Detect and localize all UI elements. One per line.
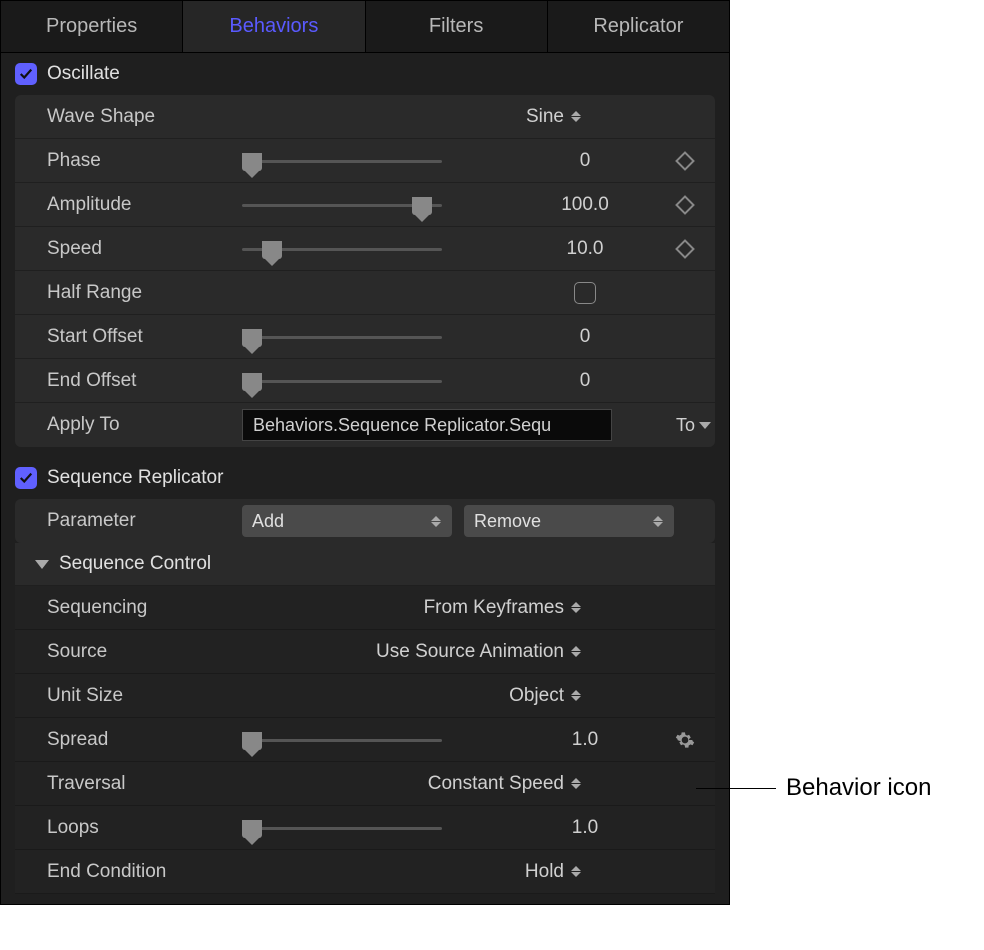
loops-row: Loops 1.0 (15, 806, 715, 850)
start-offset-row: Start Offset 0 (15, 315, 715, 359)
speed-label: Speed (47, 238, 242, 260)
sequencing-value: From Keyframes (424, 597, 564, 619)
unit-size-popup[interactable]: Object (242, 685, 582, 707)
sequencing-popup[interactable]: From Keyframes (242, 597, 582, 619)
half-range-row: Half Range (15, 271, 715, 315)
traversal-row: Traversal Constant Speed (15, 762, 715, 806)
sequence-replicator-checkbox[interactable] (15, 467, 37, 489)
wave-shape-popup[interactable]: Sine (242, 106, 582, 128)
source-label: Source (47, 641, 242, 663)
start-offset-label: Start Offset (47, 326, 242, 348)
spread-slider[interactable] (242, 730, 442, 750)
tab-behaviors[interactable]: Behaviors (183, 1, 365, 52)
source-row: Source Use Source Animation (15, 630, 715, 674)
start-offset-slider[interactable] (242, 327, 442, 347)
tab-replicator[interactable]: Replicator (548, 1, 729, 52)
updown-icon (570, 602, 582, 613)
amplitude-value[interactable]: 100.0 (515, 194, 655, 216)
end-condition-row: End Condition Hold (15, 850, 715, 894)
wave-shape-label: Wave Shape (47, 106, 242, 128)
half-range-checkbox[interactable] (574, 282, 596, 304)
phase-row: Phase 0 (15, 139, 715, 183)
loops-slider[interactable] (242, 818, 442, 838)
parameter-label: Parameter (47, 510, 242, 532)
source-value: Use Source Animation (376, 641, 564, 663)
half-range-label: Half Range (47, 282, 242, 304)
updown-icon (570, 690, 582, 701)
sequence-control-header[interactable]: Sequence Control (15, 543, 715, 586)
parameter-remove-dropdown[interactable]: Remove (464, 505, 674, 537)
end-offset-slider[interactable] (242, 371, 442, 391)
apply-to-field[interactable]: Behaviors.Sequence Replicator.Sequ (242, 409, 612, 441)
oscillate-header: Oscillate (1, 53, 729, 95)
apply-to-label: Apply To (47, 414, 242, 436)
traversal-popup[interactable]: Constant Speed (242, 773, 582, 795)
chevron-down-icon (699, 422, 711, 429)
unit-size-label: Unit Size (47, 685, 242, 707)
disclosure-triangle-icon (35, 560, 49, 569)
sequencing-label: Sequencing (47, 597, 242, 619)
end-condition-value: Hold (525, 861, 564, 883)
inspector-panel: Properties Behaviors Filters Replicator … (0, 0, 730, 905)
end-offset-label: End Offset (47, 370, 242, 392)
keyframe-icon[interactable] (675, 239, 695, 259)
callout-label: Behavior icon (786, 774, 931, 802)
updown-icon (570, 866, 582, 877)
keyframe-icon[interactable] (675, 195, 695, 215)
callout-line (696, 788, 776, 789)
traversal-label: Traversal (47, 773, 242, 795)
phase-label: Phase (47, 150, 242, 172)
unit-size-row: Unit Size Object (15, 674, 715, 718)
apply-to-row: Apply To Behaviors.Sequence Replicator.S… (15, 403, 715, 447)
gear-icon[interactable] (675, 730, 695, 750)
amplitude-slider[interactable] (242, 195, 442, 215)
speed-value[interactable]: 10.0 (515, 238, 655, 260)
tab-filters[interactable]: Filters (366, 1, 548, 52)
oscillate-checkbox[interactable] (15, 63, 37, 85)
sequence-replicator-title: Sequence Replicator (47, 467, 223, 489)
updown-icon (570, 646, 582, 657)
end-condition-popup[interactable]: Hold (242, 861, 582, 883)
wave-shape-value: Sine (526, 106, 564, 128)
sequence-replicator-header: Sequence Replicator (1, 457, 729, 499)
traversal-value: Constant Speed (428, 773, 564, 795)
keyframe-icon[interactable] (675, 151, 695, 171)
updown-icon (652, 516, 664, 527)
loops-label: Loops (47, 817, 242, 839)
wave-shape-row: Wave Shape Sine (15, 95, 715, 139)
parameter-remove-text: Remove (474, 511, 541, 532)
apply-to-button[interactable]: To (676, 415, 711, 436)
tab-bar: Properties Behaviors Filters Replicator (1, 1, 729, 53)
spread-label: Spread (47, 729, 242, 751)
parameter-add-dropdown[interactable]: Add (242, 505, 452, 537)
updown-icon (570, 111, 582, 122)
phase-value[interactable]: 0 (515, 150, 655, 172)
unit-size-value: Object (509, 685, 564, 707)
updown-icon (430, 516, 442, 527)
speed-slider[interactable] (242, 239, 442, 259)
amplitude-row: Amplitude 100.0 (15, 183, 715, 227)
source-popup[interactable]: Use Source Animation (242, 641, 582, 663)
spread-value[interactable]: 1.0 (515, 729, 655, 751)
tab-properties[interactable]: Properties (1, 1, 183, 52)
end-offset-row: End Offset 0 (15, 359, 715, 403)
parameter-row: Parameter Add Remove (15, 499, 715, 543)
end-offset-value[interactable]: 0 (515, 370, 655, 392)
parameter-add-text: Add (252, 511, 284, 532)
end-condition-label: End Condition (47, 861, 242, 883)
phase-slider[interactable] (242, 151, 442, 171)
callout: Behavior icon (696, 774, 931, 802)
start-offset-value[interactable]: 0 (515, 326, 655, 348)
apply-to-text: To (676, 415, 695, 436)
sequence-control-title: Sequence Control (59, 553, 211, 575)
updown-icon (570, 778, 582, 789)
oscillate-title: Oscillate (47, 63, 120, 85)
speed-row: Speed 10.0 (15, 227, 715, 271)
loops-value[interactable]: 1.0 (515, 817, 655, 839)
sequencing-row: Sequencing From Keyframes (15, 586, 715, 630)
spread-row: Spread 1.0 (15, 718, 715, 762)
amplitude-label: Amplitude (47, 194, 242, 216)
